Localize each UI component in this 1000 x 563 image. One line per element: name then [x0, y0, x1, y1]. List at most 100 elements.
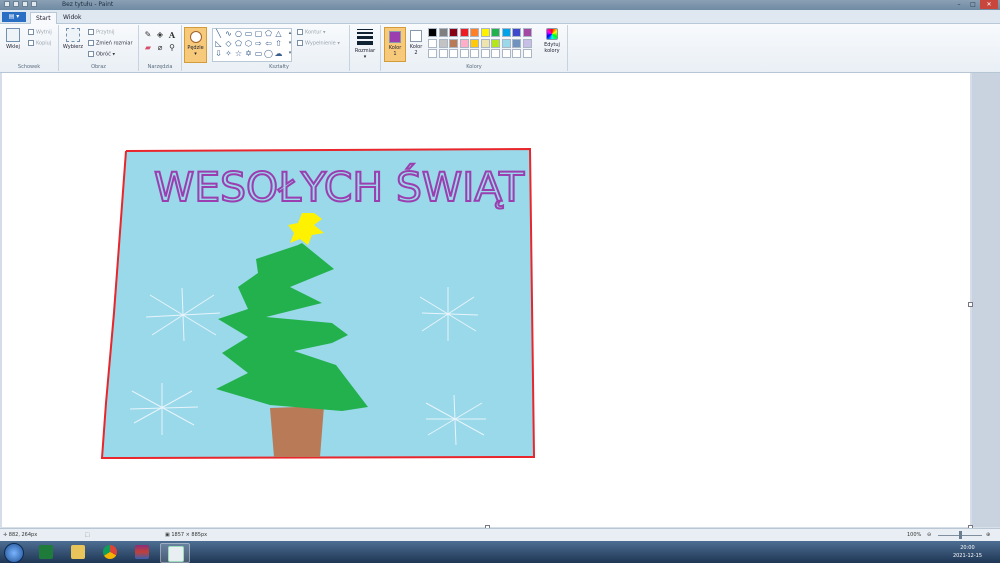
pentagon-shape-icon[interactable]: ⬠ [234, 40, 243, 48]
color1-button[interactable]: Kolor 1 [384, 27, 406, 62]
palette-swatch[interactable] [512, 49, 521, 58]
curve-shape-icon[interactable]: ∿ [224, 30, 233, 38]
palette-swatch[interactable] [428, 28, 437, 37]
right-arrow-shape-icon[interactable]: ⇨ [254, 40, 263, 48]
palette-swatch[interactable] [438, 49, 448, 58]
four-point-star-shape-icon[interactable]: ✧ [224, 50, 233, 58]
close-button[interactable]: ✕ [980, 0, 998, 9]
crop-button[interactable]: Przytnij [88, 29, 114, 36]
palette-swatch[interactable] [449, 28, 458, 37]
palette-swatch[interactable] [428, 38, 437, 48]
palette-swatch[interactable] [459, 38, 469, 48]
down-arrow-shape-icon[interactable]: ⇩ [214, 50, 223, 58]
tab-start[interactable]: Start [30, 12, 57, 24]
palette-swatch[interactable] [522, 28, 532, 37]
resize-button[interactable]: Zmień rozmiar [88, 40, 133, 47]
taskbar-paint[interactable] [160, 543, 190, 563]
palette-swatch[interactable] [449, 38, 458, 48]
rectangle-shape-icon[interactable]: ▭ [244, 30, 253, 38]
palette-swatch[interactable] [428, 49, 437, 58]
image-group-label: Obraz [91, 64, 106, 70]
palette-swatch[interactable] [522, 38, 532, 48]
palette-swatch[interactable] [491, 28, 500, 37]
save-icon[interactable] [13, 1, 19, 7]
left-arrow-shape-icon[interactable]: ⇦ [264, 40, 273, 48]
file-menu-button[interactable]: ▤ ▾ [2, 12, 26, 22]
size-button[interactable]: Rozmiar ▾ [352, 27, 378, 60]
magnifier-icon[interactable]: ⚲ [167, 43, 177, 53]
palette-swatch[interactable] [480, 38, 490, 48]
rounded-rectangle-shape-icon[interactable]: ▢ [254, 30, 263, 38]
palette-swatch[interactable] [491, 49, 500, 58]
palette-swatch[interactable] [522, 49, 532, 58]
paste-button[interactable]: Wklej [3, 28, 23, 50]
start-button[interactable] [4, 543, 24, 563]
brushes-button[interactable]: Pędzle ▾ [184, 27, 207, 63]
paint-icon [168, 546, 184, 562]
zoom-in-button[interactable]: ⊕ [986, 532, 990, 538]
palette-swatch[interactable] [470, 49, 479, 58]
palette-swatch[interactable] [470, 38, 479, 48]
palette-swatch[interactable] [438, 38, 448, 48]
paint-app-icon[interactable] [4, 1, 10, 7]
drawing-canvas[interactable]: WESOŁYCH ŚWIĄT [2, 73, 970, 527]
palette-swatch[interactable] [459, 28, 469, 37]
tab-view[interactable]: Widok [58, 12, 86, 23]
callout-shape-icon[interactable]: ▭ [254, 50, 263, 58]
palette-swatch[interactable] [501, 28, 511, 37]
rotate-button[interactable]: Obróć ▾ [88, 51, 115, 58]
diamond-shape-icon[interactable]: ◇ [224, 40, 233, 48]
right-triangle-shape-icon[interactable]: ◺ [214, 40, 223, 48]
palette-swatch[interactable] [480, 28, 490, 37]
minimize-button[interactable]: – [952, 0, 966, 9]
zoom-slider-thumb[interactable] [959, 531, 962, 539]
palette-swatch[interactable] [449, 49, 458, 58]
taskbar-chrome[interactable] [96, 543, 124, 561]
zoom-out-button[interactable]: ⊖ [927, 532, 931, 538]
polygon-shape-icon[interactable]: ⬠ [264, 30, 273, 38]
palette-swatch[interactable] [501, 38, 511, 48]
palette-swatch[interactable] [459, 49, 469, 58]
clipboard-group-label: Schowek [17, 64, 41, 70]
taskbar-explorer[interactable] [64, 543, 92, 561]
palette-swatch[interactable] [491, 38, 500, 48]
line-size-icon [357, 29, 373, 45]
select-button[interactable]: Wybierz [62, 28, 84, 50]
oval-shape-icon[interactable]: ○ [234, 30, 243, 38]
shapes-scroll-icon[interactable]: ▴ ▾ ▾ [287, 28, 293, 60]
five-point-star-shape-icon[interactable]: ☆ [234, 50, 243, 58]
fill-button[interactable]: Wypełnienie ▾ [297, 40, 340, 47]
eraser-icon[interactable]: ▰ [143, 43, 153, 53]
color2-button[interactable]: Kolor 2 [407, 27, 425, 56]
system-clock[interactable]: 20:00 2021-12-15 [953, 544, 982, 560]
redo-icon[interactable] [31, 1, 37, 7]
fill-bucket-icon[interactable]: ◈ [155, 30, 165, 40]
text-tool-icon[interactable]: A [167, 30, 177, 40]
taskbar-excel[interactable] [32, 543, 60, 561]
six-point-star-shape-icon[interactable]: ✡ [244, 50, 253, 58]
maximize-button[interactable]: □ [966, 0, 980, 9]
triangle-shape-icon[interactable]: △ [274, 30, 283, 38]
rotate-icon [88, 51, 94, 57]
size-dropdown-icon: ▾ [363, 54, 367, 60]
line-shape-icon[interactable]: ╲ [214, 30, 223, 38]
taskbar-winrar[interactable] [128, 543, 156, 561]
outline-button[interactable]: Kontur ▾ [297, 29, 326, 36]
cut-button[interactable]: Wytnij [28, 29, 52, 36]
edit-colors-button[interactable]: Edytuj kolory [541, 27, 563, 54]
undo-icon[interactable] [22, 1, 28, 7]
hexagon-shape-icon[interactable]: ⬡ [244, 40, 253, 48]
color-picker-icon[interactable]: ⌀ [155, 43, 165, 53]
canvas-resize-handle-right[interactable] [968, 302, 973, 307]
cloud-callout-shape-icon[interactable]: ☁ [274, 50, 283, 58]
copy-button[interactable]: Kopiuj [28, 40, 51, 47]
palette-swatch[interactable] [470, 28, 479, 37]
palette-swatch[interactable] [512, 38, 521, 48]
palette-swatch[interactable] [438, 28, 448, 37]
palette-swatch[interactable] [480, 49, 490, 58]
pencil-icon[interactable]: ✎ [143, 30, 153, 40]
palette-swatch[interactable] [501, 49, 511, 58]
oval-callout-shape-icon[interactable]: ◯ [264, 50, 273, 58]
up-arrow-shape-icon[interactable]: ⇧ [274, 40, 283, 48]
palette-swatch[interactable] [512, 28, 521, 37]
